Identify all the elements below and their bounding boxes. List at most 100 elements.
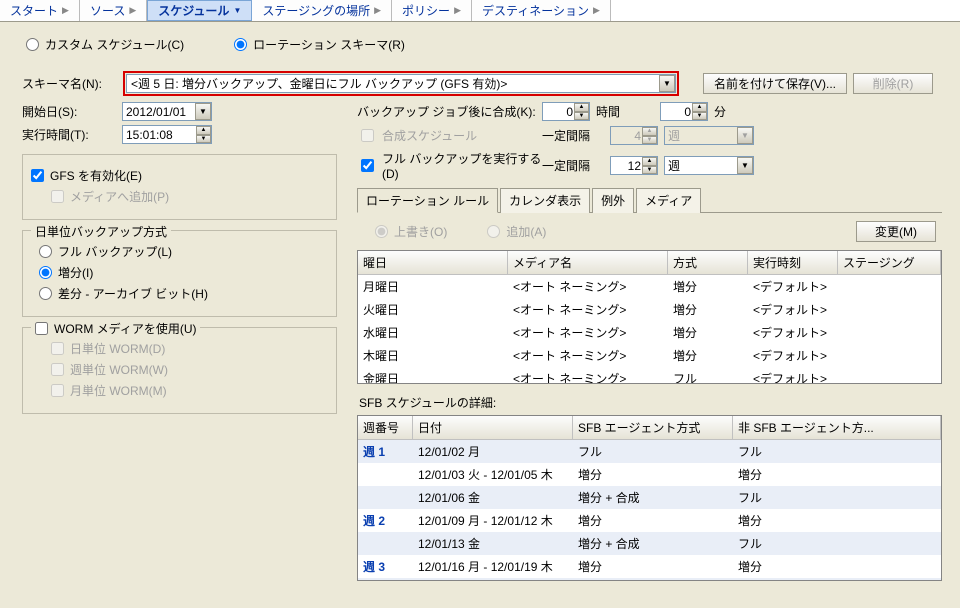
interval-label: 一定間隔	[542, 157, 590, 174]
cell: 12/01/09 月 - 12/01/12 木	[413, 511, 573, 530]
num-value: 4	[634, 129, 641, 143]
table-row[interactable]: 12/01/20 金増分 + 合成フル	[358, 578, 941, 580]
chevron-down-icon: ▼	[233, 6, 241, 15]
col-weeknum[interactable]: 週番号	[358, 416, 413, 439]
cell: 金曜日	[358, 369, 508, 383]
radio-differential[interactable]: 差分 - アーカイブ ビット(H)	[39, 285, 326, 302]
tab-label: スタート	[10, 2, 58, 19]
col-day[interactable]: 曜日	[358, 251, 508, 274]
radio-rotation-schema[interactable]: ローテーション スキーマ(R)	[234, 36, 405, 53]
cell	[838, 323, 941, 342]
table-row[interactable]: 12/01/03 火 - 12/01/05 木増分増分	[358, 463, 941, 486]
cell: 増分	[573, 511, 733, 530]
hours-input[interactable]: 0▲▼	[542, 102, 590, 121]
dropdown-icon[interactable]: ▼	[737, 157, 753, 174]
tab-start[interactable]: スタート▶	[0, 0, 80, 21]
worm-use-check[interactable]: WORM メディアを使用(U)	[35, 320, 196, 337]
spinner-icon[interactable]: ▲▼	[574, 103, 589, 120]
radio-label: カスタム スケジュール(C)	[45, 36, 184, 53]
table-row[interactable]: 月曜日<オート ネーミング>増分<デフォルト>	[358, 275, 941, 298]
worm-daily-check: 日単位 WORM(D)	[51, 340, 326, 357]
table-row[interactable]: 12/01/13 金増分 + 合成フル	[358, 532, 941, 555]
radio-full-backup[interactable]: フル バックアップ(L)	[39, 243, 326, 260]
cell: <デフォルト>	[748, 346, 838, 365]
tab-calendar[interactable]: カレンダ表示	[500, 188, 590, 213]
consolidate-label: バックアップ ジョブ後に合成(K):	[357, 103, 542, 120]
tab-exception[interactable]: 例外	[592, 188, 634, 213]
spinner-icon: ▲▼	[642, 127, 657, 144]
table-row[interactable]: 水曜日<オート ネーミング>増分<デフォルト>	[358, 321, 941, 344]
dropdown-icon[interactable]: ▼	[659, 75, 675, 92]
schema-select[interactable]: <週 5 日: 増分バックアップ、金曜日にフル バックアップ (GFS 有効)>…	[126, 74, 676, 93]
cell: 週 1	[358, 442, 413, 461]
tab-media[interactable]: メディア	[636, 188, 701, 213]
tab-rotation-rule[interactable]: ローテーション ルール	[357, 188, 498, 213]
cell: 増分	[668, 277, 748, 296]
daily-backup-groupbox: 日単位バックアップ方式 フル バックアップ(L) 増分(I) 差分 - アーカイ…	[22, 230, 337, 317]
cell: 増分	[573, 557, 733, 576]
chevron-right-icon: ▶	[374, 5, 381, 16]
cell: <オート ネーミング>	[508, 277, 668, 296]
table-row[interactable]: 週 212/01/09 月 - 12/01/12 木増分増分	[358, 509, 941, 532]
col-staging[interactable]: ステージング	[838, 251, 941, 274]
col-media[interactable]: メディア名	[508, 251, 668, 274]
grid-body[interactable]: 月曜日<オート ネーミング>増分<デフォルト>火曜日<オート ネーミング>増分<…	[358, 275, 941, 383]
change-button[interactable]: 変更(M)	[856, 221, 936, 242]
tab-schedule[interactable]: スケジュール ▼	[147, 0, 252, 21]
cell: 増分	[733, 511, 941, 530]
chevron-right-icon: ▶	[454, 5, 461, 16]
tab-staging[interactable]: ステージングの場所▶	[252, 0, 392, 21]
cell: <デフォルト>	[748, 369, 838, 383]
tab-label: ポリシー	[402, 2, 450, 19]
gfs-enable-check[interactable]: GFS を有効化(E)	[31, 167, 326, 184]
col-method[interactable]: 方式	[668, 251, 748, 274]
tab-policy[interactable]: ポリシー ▶	[392, 0, 472, 21]
exec-time-input[interactable]: 15:01:08 ▲▼	[122, 125, 212, 144]
table-row[interactable]: 金曜日<オート ネーミング>フル<デフォルト>	[358, 367, 941, 383]
full-unit-combo[interactable]: 週▼	[664, 156, 754, 175]
num-value: 0	[684, 105, 691, 119]
spinner-icon[interactable]: ▲▼	[642, 157, 657, 174]
col-nonsfb-agent[interactable]: 非 SFB エージェント方...	[733, 416, 941, 439]
exec-time-label: 実行時間(T):	[22, 126, 122, 143]
rotation-tabs: ローテーション ルール カレンダ表示 例外 メディア	[357, 187, 942, 213]
save-as-button[interactable]: 名前を付けて保存(V)...	[703, 73, 847, 94]
cell: <オート ネーミング>	[508, 323, 668, 342]
table-row[interactable]: 週 312/01/16 月 - 12/01/19 木増分増分	[358, 555, 941, 578]
full-num-input[interactable]: 12▲▼	[610, 156, 658, 175]
col-exectime[interactable]: 実行時刻	[748, 251, 838, 274]
table-row[interactable]: 12/01/06 金増分 + 合成フル	[358, 486, 941, 509]
cell: フル	[733, 488, 941, 507]
check-label: 日単位 WORM(D)	[70, 340, 165, 357]
run-full-check[interactable]: フル バックアップを実行する(D)	[357, 150, 542, 181]
synth-schedule-check: 合成スケジュール	[357, 126, 542, 145]
cell: 増分 + 合成	[573, 488, 733, 507]
exec-time-value: 15:01:08	[126, 128, 173, 142]
tab-label: スケジュール	[158, 2, 229, 19]
sfb-grid: 週番号 日付 SFB エージェント方式 非 SFB エージェント方... 週 1…	[357, 415, 942, 581]
check-label: 合成スケジュール	[382, 127, 477, 144]
col-sfb-agent[interactable]: SFB エージェント方式	[573, 416, 733, 439]
spinner-icon[interactable]: ▲▼	[196, 126, 211, 143]
cell: 月曜日	[358, 277, 508, 296]
radio-custom-schedule[interactable]: カスタム スケジュール(C)	[26, 36, 184, 53]
grid-body[interactable]: 週 112/01/02 月フルフル12/01/03 火 - 12/01/05 木…	[358, 440, 941, 580]
start-date-input[interactable]: 2012/01/01 ▼	[122, 102, 212, 121]
tab-destination[interactable]: デスティネーション▶	[472, 0, 611, 21]
minutes-label: 分	[708, 103, 778, 120]
tab-source[interactable]: ソース▶	[80, 0, 147, 21]
radio-incremental[interactable]: 増分(I)	[39, 264, 326, 281]
schema-highlight: <週 5 日: 増分バックアップ、金曜日にフル バックアップ (GFS 有効)>…	[123, 71, 679, 96]
radio-label: 追加(A)	[506, 223, 546, 240]
cell: <デフォルト>	[748, 277, 838, 296]
spinner-icon[interactable]: ▲▼	[692, 103, 707, 120]
table-row[interactable]: 木曜日<オート ネーミング>増分<デフォルト>	[358, 344, 941, 367]
table-row[interactable]: 火曜日<オート ネーミング>増分<デフォルト>	[358, 298, 941, 321]
minutes-input[interactable]: 0▲▼	[660, 102, 708, 121]
dropdown-icon[interactable]: ▼	[195, 103, 211, 120]
cell	[358, 465, 413, 484]
cell: 12/01/13 金	[413, 534, 573, 553]
table-row[interactable]: 週 112/01/02 月フルフル	[358, 440, 941, 463]
gfs-groupbox: GFS を有効化(E) メディアへ追加(P)	[22, 154, 337, 220]
col-date[interactable]: 日付	[413, 416, 573, 439]
